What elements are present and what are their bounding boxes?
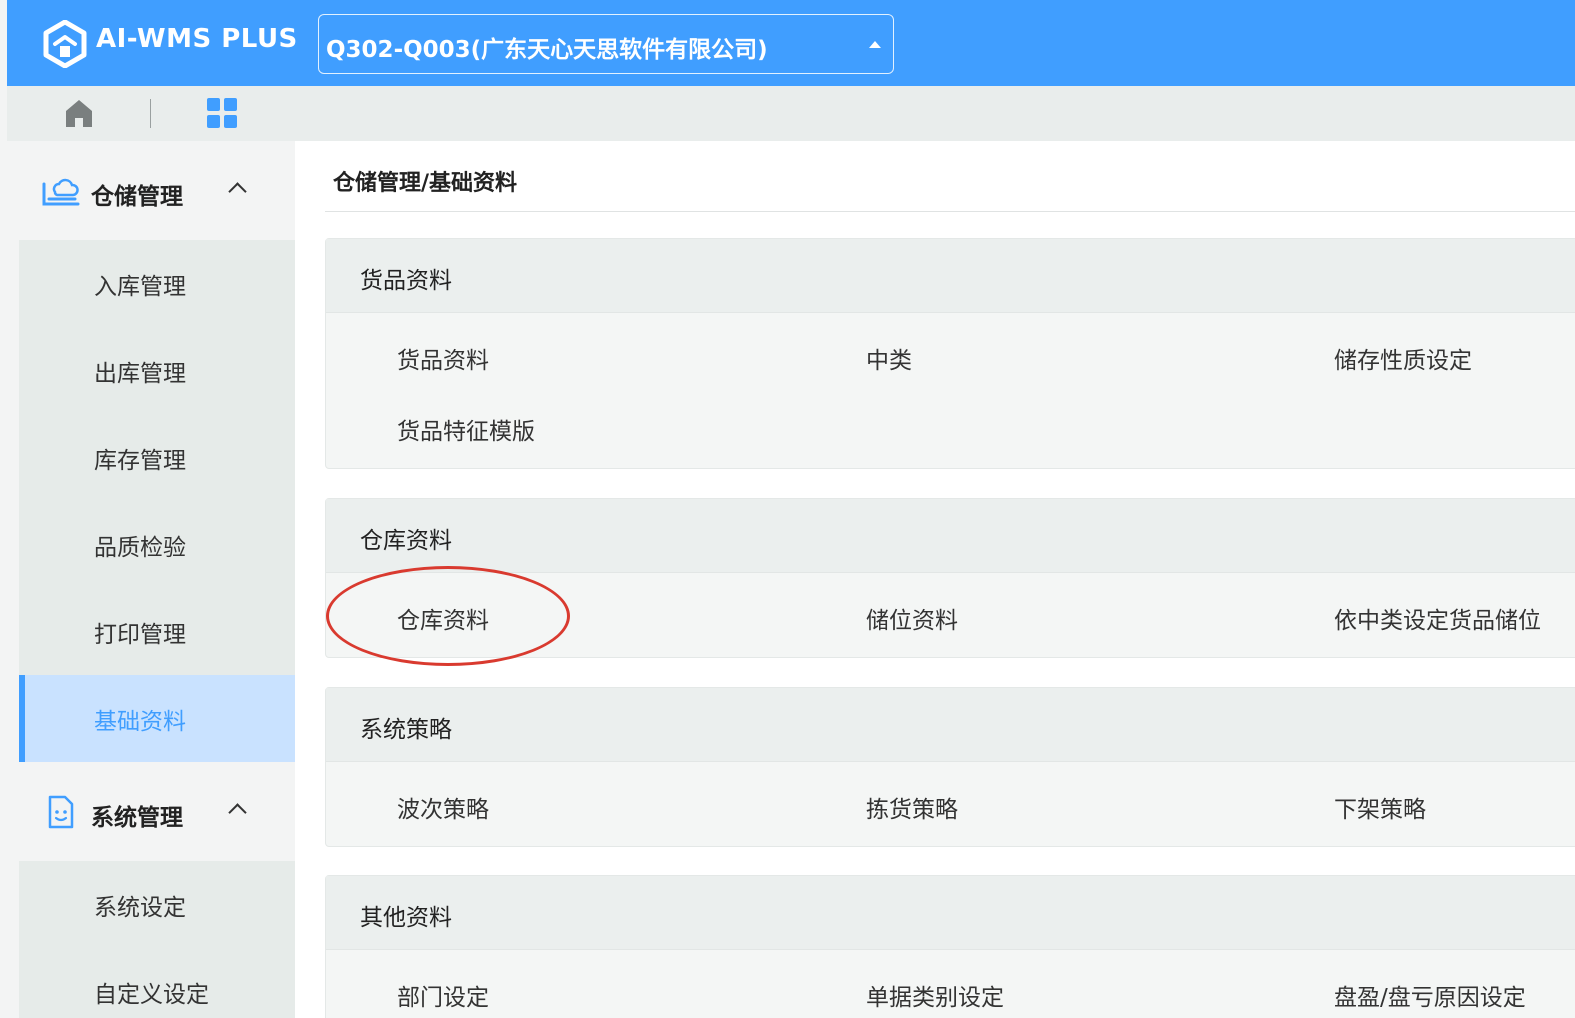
section-title: 货品资料 — [360, 268, 452, 294]
section-card-goods: 货品资料 货品资料 中类 储存性质设定 货品特征模版 — [325, 238, 1575, 469]
grid-icon[interactable] — [207, 98, 237, 128]
section-card-other: 其他资料 部门设定 单据类别设定 盘盈/盘亏原因设定 — [325, 875, 1575, 1018]
sidebar-group-warehouse[interactable]: 仓储管理 — [7, 141, 295, 240]
section-header: 仓库资料 — [326, 499, 1575, 573]
toolbar-divider — [150, 99, 151, 128]
section-card-warehouse: 仓库资料 仓库资料 储位资料 依中类设定货品储位 — [325, 498, 1575, 658]
warehouse-cloud-icon — [42, 178, 80, 206]
section-header: 货品资料 — [326, 239, 1575, 313]
sidebar-item-quality[interactable]: 品质检验 — [19, 501, 295, 588]
link-middle-class[interactable]: 中类 — [866, 341, 912, 375]
sidebar-item-label: 库存管理 — [94, 448, 186, 474]
sidebar-group-title: 系统管理 — [91, 805, 183, 831]
section-header: 其他资料 — [326, 876, 1575, 950]
section-title: 其他资料 — [360, 905, 452, 931]
document-face-icon — [48, 795, 74, 829]
organization-select-value: Q302-Q003(广东天心天思软件有限公司) — [326, 37, 768, 63]
sidebar-item-label: 打印管理 — [94, 622, 186, 648]
link-wave-strategy[interactable]: 波次策略 — [397, 790, 489, 824]
sidebar-item-outbound[interactable]: 出库管理 — [19, 327, 295, 414]
link-goods-data[interactable]: 货品资料 — [397, 341, 489, 375]
top-header: AI-WMS PLUS Q302-Q003(广东天心天思软件有限公司) — [7, 0, 1575, 86]
chevron-up-icon[interactable] — [228, 182, 247, 201]
sidebar-item-custom-settings[interactable]: 自定义设定 — [19, 948, 295, 1018]
link-picking-strategy[interactable]: 拣货策略 — [866, 790, 958, 824]
house-logo-icon[interactable] — [43, 20, 87, 68]
sidebar-item-label: 系统设定 — [94, 895, 186, 921]
link-unshelving-strategy[interactable]: 下架策略 — [1334, 790, 1426, 824]
link-stocktake-reason-settings[interactable]: 盘盈/盘亏原因设定 — [1334, 978, 1526, 1012]
link-storage-nature[interactable]: 储存性质设定 — [1334, 341, 1472, 375]
section-card-strategy: 系统策略 波次策略 拣货策略 下架策略 — [325, 687, 1575, 847]
link-warehouse-data[interactable]: 仓库资料 — [397, 601, 489, 635]
sidebar-item-label: 自定义设定 — [94, 982, 209, 1008]
main-content: 仓储管理/基础资料 货品资料 货品资料 中类 储存性质设定 货品特征模版 仓库资… — [295, 141, 1575, 1018]
sidebar-item-basic-data[interactable]: 基础资料 — [19, 675, 295, 762]
sidebar-item-system-settings[interactable]: 系统设定 — [19, 861, 295, 948]
breadcrumb: 仓储管理/基础资料 — [333, 171, 518, 196]
sidebar-submenu-warehouse: 入库管理 出库管理 库存管理 品质检验 打印管理 基础资料 — [19, 240, 295, 762]
link-department-settings[interactable]: 部门设定 — [397, 978, 489, 1012]
organization-select[interactable]: Q302-Q003(广东天心天思软件有限公司) — [318, 14, 894, 74]
section-title: 系统策略 — [360, 717, 452, 743]
sidebar-item-label: 出库管理 — [94, 361, 186, 387]
sidebar-item-label: 品质检验 — [94, 535, 186, 561]
sidebar-item-label: 入库管理 — [94, 274, 186, 300]
section-title: 仓库资料 — [360, 528, 452, 554]
breadcrumb-divider — [325, 211, 1575, 212]
sidebar-group-title: 仓储管理 — [91, 184, 183, 210]
link-document-type-settings[interactable]: 单据类别设定 — [866, 978, 1004, 1012]
chevron-up-icon[interactable] — [228, 803, 247, 822]
sidebar-item-inventory[interactable]: 库存管理 — [19, 414, 295, 501]
section-header: 系统策略 — [326, 688, 1575, 762]
quick-toolbar — [7, 86, 1575, 141]
sidebar-submenu-system: 系统设定 自定义设定 — [19, 861, 295, 1018]
sidebar-nav: 仓储管理 入库管理 出库管理 库存管理 品质检验 打印管理 基础资料 系统管理 … — [7, 141, 295, 1018]
sidebar-item-print[interactable]: 打印管理 — [19, 588, 295, 675]
app-title: AI-WMS PLUS — [96, 24, 298, 54]
sidebar-item-inbound[interactable]: 入库管理 — [19, 240, 295, 327]
sidebar-group-system[interactable]: 系统管理 — [7, 762, 295, 861]
home-icon[interactable] — [65, 98, 93, 128]
sidebar-item-label: 基础资料 — [94, 709, 186, 735]
link-goods-feature-template[interactable]: 货品特征模版 — [397, 412, 535, 446]
link-location-data[interactable]: 储位资料 — [866, 601, 958, 635]
link-location-by-class[interactable]: 依中类设定货品储位 — [1334, 601, 1541, 635]
caret-up-icon — [869, 41, 881, 48]
